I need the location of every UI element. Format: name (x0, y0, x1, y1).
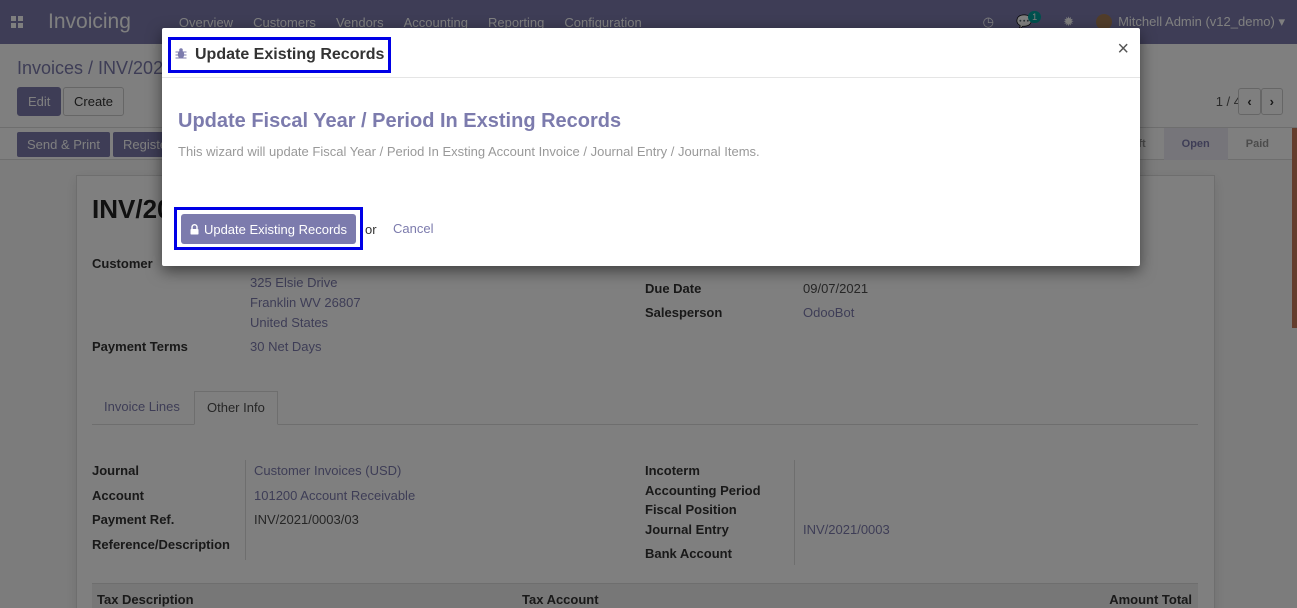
wizard-description: This wizard will update Fiscal Year / Pe… (178, 144, 760, 159)
dialog-title: Update Existing Records (195, 46, 385, 63)
wizard-heading: Update Fiscal Year / Period In Exsting R… (178, 110, 622, 132)
update-records-dialog: Update Existing Records × Update Fiscal … (162, 28, 1140, 266)
bug-icon (175, 47, 187, 63)
close-icon[interactable]: × (1117, 39, 1129, 59)
dialog-header: Update Existing Records × (162, 28, 1140, 78)
cancel-button[interactable]: Cancel (393, 221, 433, 236)
action-highlight-box: Update Existing Records (174, 207, 363, 250)
lock-icon (190, 223, 199, 235)
update-existing-records-button[interactable]: Update Existing Records (181, 214, 356, 244)
update-button-label: Update Existing Records (203, 221, 348, 237)
title-highlight-box: Update Existing Records (168, 37, 391, 73)
or-text: or (365, 222, 377, 237)
